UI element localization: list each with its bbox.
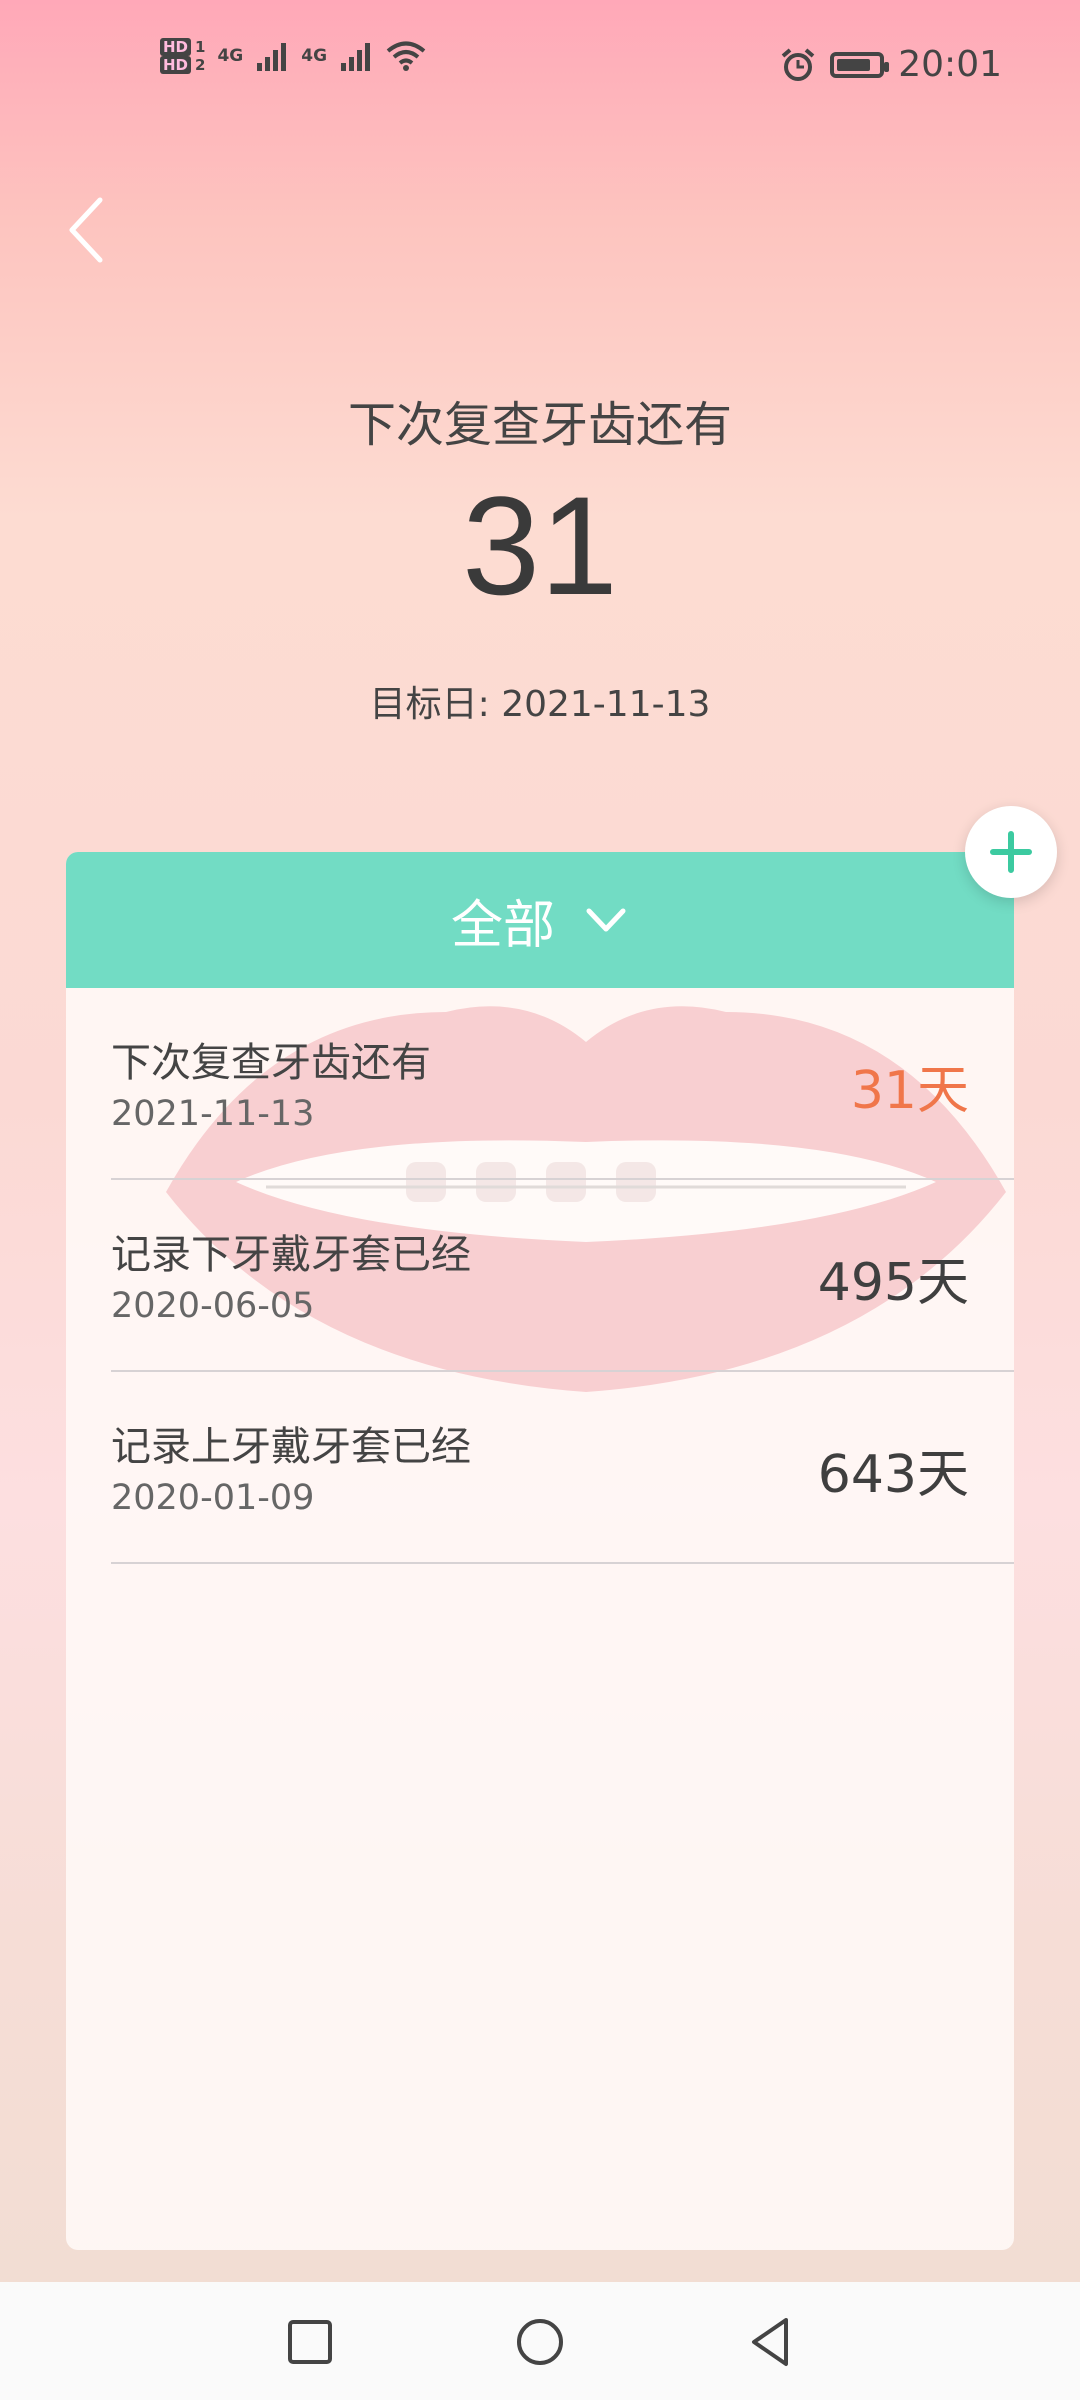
hd2-sim: 2 (195, 56, 206, 74)
page-title: 下次复查牙齿还有 (347, 397, 732, 453)
battery-level (837, 58, 871, 71)
system-nav-bar (0, 2282, 1080, 2400)
wifi-icon (386, 41, 426, 71)
status-bar: HD 1 HD 2 4G 4G 20:01 (0, 0, 1080, 130)
back-nav-button[interactable] (740, 2312, 800, 2372)
event-date: 2020-06-05 (111, 1286, 315, 1326)
event-days: 31天 (850, 1061, 969, 1121)
event-list: 下次复查牙齿还有 2021-11-13 31天 记录下牙戴牙套已经 2020-0… (66, 988, 1014, 1564)
event-days: 495天 (817, 1253, 969, 1313)
target-date-line: 目标日: 2021-11-13 (0, 675, 1080, 727)
event-row-1[interactable]: 下次复查牙齿还有 2021-11-13 31天 (111, 988, 1014, 1180)
event-date: 2021-11-13 (111, 1094, 315, 1134)
status-left: HD 1 HD 2 4G 4G (160, 38, 427, 74)
event-row-3[interactable]: 记录上牙戴牙套已经 2020-01-09 643天 (111, 1372, 1014, 1564)
event-date: 2020-01-09 (111, 1478, 315, 1518)
status-right: 20:01 (780, 44, 1002, 85)
hd2-badge: HD (160, 56, 192, 74)
chevron-down-icon (586, 908, 626, 932)
alarm-icon (781, 47, 815, 81)
clock: 20:01 (898, 44, 1002, 85)
battery-icon (830, 51, 890, 78)
filter-label: 全部 (450, 895, 555, 956)
target-date-label: 目标日: (369, 684, 490, 725)
add-event-button[interactable] (965, 806, 1057, 898)
recent-apps-button[interactable] (280, 2312, 340, 2372)
signal-2-label: 4G (301, 46, 328, 66)
hd-indicator: HD 1 HD 2 (160, 38, 205, 74)
signal-1-icon (257, 43, 287, 71)
home-button[interactable] (510, 2312, 570, 2372)
target-date-value: 2021-11-13 (501, 684, 711, 725)
countdown-number: 31 (462, 467, 618, 624)
event-days: 643天 (817, 1445, 969, 1505)
signal-1-label: 4G (217, 46, 244, 66)
hd1-badge: HD (160, 38, 192, 56)
event-title: 记录上牙戴牙套已经 (111, 1424, 471, 1470)
event-title: 记录下牙戴牙套已经 (111, 1232, 471, 1278)
back-button[interactable] (60, 190, 120, 270)
event-title: 下次复查牙齿还有 (111, 1040, 431, 1086)
plus-icon (990, 831, 1032, 873)
event-row-2[interactable]: 记录下牙戴牙套已经 2020-06-05 495天 (111, 1180, 1014, 1372)
signal-2-icon (341, 43, 371, 71)
hd1-sim: 1 (195, 38, 206, 56)
event-list-card: 全部 下次复查牙齿还有 2021-11-13 31天 记录下牙戴牙套已经 202… (66, 852, 1014, 2250)
